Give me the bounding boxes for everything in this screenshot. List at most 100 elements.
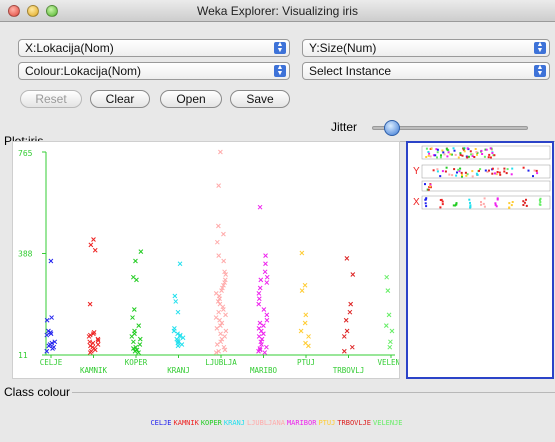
- attribute-panel[interactable]: Y X: [406, 141, 554, 379]
- data-point[interactable]: [216, 253, 222, 259]
- legend-entry[interactable]: TRBOVLJE: [337, 419, 371, 427]
- jitter-slider-handle[interactable]: [384, 120, 401, 136]
- legend-entry[interactable]: KRANJ: [224, 419, 245, 427]
- data-point[interactable]: [175, 343, 181, 349]
- data-point[interactable]: [218, 331, 223, 337]
- data-point[interactable]: [137, 336, 143, 342]
- data-point[interactable]: [171, 328, 177, 334]
- data-point[interactable]: [138, 249, 144, 254]
- colour-select[interactable]: Colour:Lokacija(Nom) ▲ ▼: [18, 62, 290, 80]
- data-point[interactable]: [264, 274, 270, 280]
- data-point[interactable]: [299, 288, 305, 294]
- data-point[interactable]: [256, 290, 262, 296]
- data-point[interactable]: [387, 344, 393, 350]
- data-point[interactable]: [172, 293, 178, 299]
- data-point[interactable]: [350, 272, 356, 277]
- data-point[interactable]: [341, 334, 347, 339]
- data-point[interactable]: [388, 339, 393, 345]
- data-point[interactable]: [384, 274, 390, 280]
- data-point[interactable]: [263, 261, 268, 267]
- data-point[interactable]: [131, 339, 136, 345]
- data-point[interactable]: [341, 348, 347, 354]
- legend-entry[interactable]: VELENJE: [373, 419, 403, 427]
- data-point[interactable]: [261, 331, 266, 337]
- data-point[interactable]: [129, 334, 135, 339]
- data-point[interactable]: [298, 328, 304, 334]
- data-point[interactable]: [257, 320, 263, 326]
- data-point[interactable]: [262, 269, 268, 275]
- legend-entry[interactable]: LJUBLJANA: [247, 419, 285, 427]
- data-point[interactable]: [306, 343, 311, 349]
- minimize-window-icon[interactable]: [27, 5, 39, 17]
- data-point[interactable]: [218, 149, 223, 155]
- data-point[interactable]: [264, 344, 269, 350]
- legend-entry[interactable]: KOPER: [201, 419, 222, 427]
- zoom-window-icon[interactable]: [46, 5, 58, 17]
- scatter-plot[interactable]: 765 388 11 CELJE KAMNIK KOPER KRANJ LJUBLJA MARI…: [12, 141, 400, 379]
- data-point[interactable]: [344, 328, 350, 334]
- data-point[interactable]: [223, 312, 228, 318]
- data-point[interactable]: [299, 250, 305, 256]
- data-point[interactable]: [216, 309, 222, 315]
- data-point[interactable]: [130, 315, 135, 320]
- data-point[interactable]: [216, 183, 221, 189]
- data-point[interactable]: [385, 288, 391, 294]
- x-axis-select[interactable]: X:Lokacija(Nom) ▲ ▼: [18, 39, 290, 57]
- data-point[interactable]: [256, 301, 262, 307]
- data-point[interactable]: [348, 301, 354, 307]
- data-point[interactable]: [221, 231, 226, 237]
- data-point[interactable]: [87, 301, 93, 307]
- data-point[interactable]: [46, 343, 52, 349]
- data-point[interactable]: [223, 328, 229, 334]
- data-point[interactable]: [386, 312, 392, 318]
- reset-button[interactable]: Reset: [20, 90, 82, 108]
- data-point[interactable]: [261, 323, 266, 329]
- clear-button[interactable]: Clear: [90, 90, 150, 108]
- legend-entry[interactable]: PTUJ: [318, 419, 335, 427]
- data-point[interactable]: [257, 204, 263, 210]
- data-point[interactable]: [263, 253, 268, 259]
- data-point[interactable]: [302, 282, 308, 288]
- data-point[interactable]: [216, 223, 221, 229]
- data-point[interactable]: [343, 317, 349, 323]
- y-axis-select[interactable]: Y:Size(Num) ▲ ▼: [302, 39, 550, 57]
- data-point[interactable]: [303, 312, 309, 318]
- data-point[interactable]: [173, 299, 179, 304]
- data-point[interactable]: [261, 307, 267, 312]
- data-point[interactable]: [137, 342, 143, 347]
- save-button[interactable]: Save: [230, 90, 290, 108]
- data-point[interactable]: [383, 323, 389, 329]
- data-point[interactable]: [302, 320, 308, 326]
- data-point[interactable]: [175, 309, 181, 315]
- data-point[interactable]: [344, 255, 350, 261]
- data-point[interactable]: [264, 280, 270, 285]
- panel-attr-bar-3[interactable]: [421, 180, 551, 192]
- data-point[interactable]: [91, 237, 96, 242]
- data-point[interactable]: [88, 242, 94, 248]
- data-point[interactable]: [92, 347, 98, 353]
- data-point[interactable]: [95, 342, 101, 347]
- data-point[interactable]: [258, 277, 264, 283]
- data-point[interactable]: [213, 315, 219, 320]
- data-point[interactable]: [49, 315, 54, 320]
- close-window-icon[interactable]: [8, 5, 20, 17]
- data-point[interactable]: [177, 261, 183, 267]
- data-point[interactable]: [349, 344, 355, 350]
- data-point[interactable]: [347, 309, 353, 315]
- data-point[interactable]: [44, 332, 50, 338]
- data-point[interactable]: [86, 334, 92, 339]
- data-point[interactable]: [87, 350, 93, 355]
- data-point[interactable]: [264, 317, 270, 323]
- legend-entry[interactable]: CELJE: [150, 419, 171, 427]
- legend-entry[interactable]: MARIBOR: [287, 419, 317, 427]
- data-point[interactable]: [44, 348, 50, 354]
- data-point[interactable]: [306, 334, 311, 339]
- data-point[interactable]: [262, 350, 268, 355]
- data-point[interactable]: [134, 277, 139, 283]
- data-point[interactable]: [214, 342, 220, 347]
- data-point[interactable]: [50, 346, 55, 351]
- data-point[interactable]: [214, 325, 220, 331]
- data-point[interactable]: [136, 323, 142, 329]
- open-button[interactable]: Open: [160, 90, 222, 108]
- data-point[interactable]: [389, 328, 395, 334]
